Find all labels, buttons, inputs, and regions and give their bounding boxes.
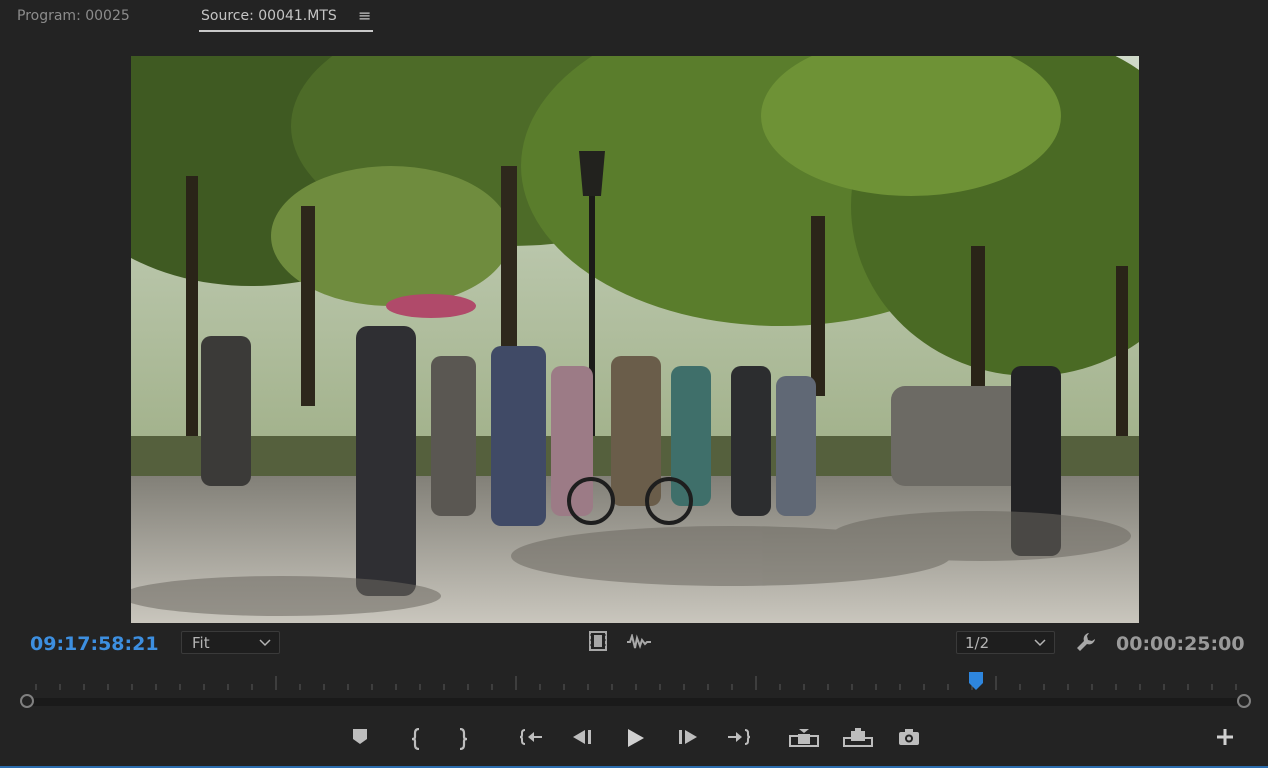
zoom-level-value: Fit xyxy=(192,634,210,652)
go-to-out-icon xyxy=(728,729,751,745)
playback-resolution-dropdown[interactable]: 1/2 xyxy=(956,631,1055,654)
film-strip-icon[interactable] xyxy=(589,631,607,655)
monitor-control-row: 09:17:58:21 Fit 1/2 00:00:25:00 xyxy=(0,626,1268,660)
chevron-down-icon xyxy=(1034,639,1046,647)
active-tab-underline xyxy=(199,30,373,32)
insert-button[interactable] xyxy=(789,728,819,752)
zoom-handle-right[interactable] xyxy=(1237,694,1251,708)
step-forward-button[interactable] xyxy=(675,728,701,752)
insert-icon xyxy=(789,729,819,747)
go-to-in-button[interactable] xyxy=(518,728,544,752)
camera-icon xyxy=(899,729,919,745)
mark-in-button[interactable] xyxy=(403,728,429,752)
step-forward-icon xyxy=(679,730,697,744)
mark-out-icon xyxy=(459,728,468,750)
go-to-in-icon xyxy=(519,729,542,745)
playback-resolution-value: 1/2 xyxy=(965,634,990,652)
plus-icon xyxy=(1217,729,1233,745)
panel-menu-icon[interactable]: ≡ xyxy=(358,6,371,25)
export-frame-button[interactable] xyxy=(896,728,922,752)
transport-controls xyxy=(0,722,1268,758)
step-back-icon xyxy=(573,730,591,744)
clip-duration-timecode: 00:00:25:00 xyxy=(1116,633,1245,655)
play-icon xyxy=(628,729,644,747)
play-button[interactable] xyxy=(622,728,648,752)
chevron-down-icon xyxy=(259,639,271,647)
add-marker-button[interactable] xyxy=(347,728,373,752)
tab-program-monitor[interactable]: Program: 00025 xyxy=(17,8,130,24)
playhead-icon[interactable] xyxy=(969,672,984,692)
go-to-out-button[interactable] xyxy=(726,728,752,752)
add-button-editor[interactable] xyxy=(1212,728,1238,752)
overwrite-icon xyxy=(843,728,873,747)
current-timecode[interactable]: 09:17:58:21 xyxy=(30,633,159,655)
audio-waveform-icon[interactable] xyxy=(627,632,651,654)
zoom-scroll-bar[interactable] xyxy=(20,698,1250,706)
video-frame-image xyxy=(131,56,1139,623)
panel-tab-bar: Program: 00025 Source: 00041.MTS ≡ xyxy=(0,0,1268,34)
time-ruler[interactable] xyxy=(28,672,1244,694)
marker-icon xyxy=(353,729,367,744)
step-back-button[interactable] xyxy=(569,728,595,752)
zoom-level-dropdown[interactable]: Fit xyxy=(181,631,280,654)
zoom-handle-left[interactable] xyxy=(20,694,34,708)
wrench-icon[interactable] xyxy=(1075,631,1097,657)
mark-in-icon xyxy=(411,728,420,750)
mark-out-button[interactable] xyxy=(450,728,476,752)
tab-source-monitor[interactable]: Source: 00041.MTS xyxy=(201,8,337,24)
overwrite-button[interactable] xyxy=(843,728,873,752)
video-preview-frame xyxy=(131,56,1139,623)
